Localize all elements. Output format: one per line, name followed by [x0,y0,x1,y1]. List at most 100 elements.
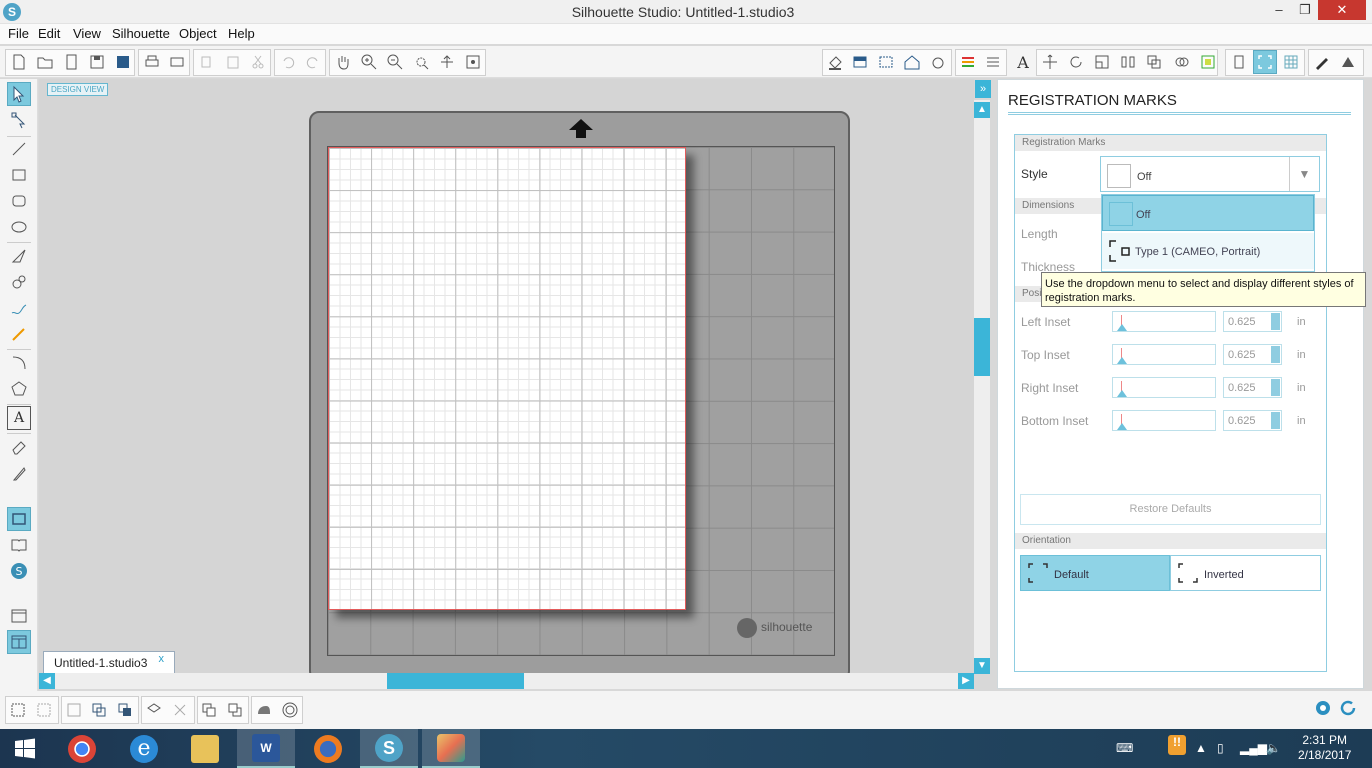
offset-circle-icon[interactable] [279,699,301,721]
send-to-cut-icon[interactable] [1310,50,1334,74]
cut-icon[interactable] [246,50,270,74]
replicate-icon[interactable] [1142,50,1166,74]
taskbar-explorer[interactable] [176,729,234,768]
line-weight-icon[interactable] [981,50,1005,74]
left-inset-slider[interactable] [1112,311,1216,332]
taskbar-ie[interactable]: e [115,729,173,768]
scroll-up-icon[interactable]: ▲ [974,102,990,118]
bottom-inset-spinner[interactable] [1271,412,1280,429]
zoom-out-icon[interactable] [383,50,407,74]
new-document-icon[interactable] [7,50,31,74]
rotate-icon[interactable] [1064,50,1088,74]
keyboard-icon[interactable]: ⌨ [1116,741,1133,755]
design-canvas[interactable]: DESIGN VIEW silhouette [39,79,974,681]
volume-icon[interactable]: 🔈 [1266,741,1281,755]
right-inset-input[interactable]: 0.625 [1223,377,1282,398]
save-icon[interactable] [85,50,109,74]
pan-hand-icon[interactable] [331,50,355,74]
library-doc-icon[interactable] [59,50,83,74]
text-style-icon[interactable]: A [1011,50,1035,74]
system-clock[interactable]: 2:31 PM 2/18/2017 [1298,733,1351,763]
scale-icon[interactable] [1090,50,1114,74]
menu-view[interactable]: View [73,25,101,41]
shadow-icon[interactable] [926,50,950,74]
vertical-scroll-thumb[interactable] [974,318,990,376]
offset-icon[interactable] [1196,50,1220,74]
select-arrow-icon[interactable] [7,82,31,106]
undo-icon[interactable] [276,50,300,74]
eraser-tool-icon[interactable] [7,435,31,459]
transform-move-icon[interactable] [1038,50,1062,74]
zoom-select-icon[interactable] [409,50,433,74]
horizontal-scroll-thumb[interactable] [387,673,524,689]
minimize-button[interactable]: – [1266,0,1292,20]
line-color-icon[interactable] [956,50,980,74]
close-button[interactable]: ✕ [1318,0,1366,20]
right-inset-slider[interactable] [1112,377,1216,398]
fill-color-icon[interactable] [823,50,847,74]
split-view-icon[interactable] [7,630,31,654]
dropdown-option-off[interactable]: Off [1102,195,1314,231]
print-icon[interactable] [140,50,164,74]
menu-object[interactable]: Object [179,25,217,41]
drag-zoom-icon[interactable] [435,50,459,74]
left-inset-input[interactable]: 0.625 [1223,311,1282,332]
send-to-back-icon[interactable] [224,699,246,721]
menu-edit[interactable]: Edit [38,25,60,41]
dropdown-option-type1[interactable]: Type 1 (CAMEO, Portrait) [1102,233,1314,269]
top-inset-spinner[interactable] [1271,346,1280,363]
make-compound-icon[interactable] [253,699,275,721]
close-tab-icon[interactable]: x [159,653,165,665]
point-edit-icon[interactable] [7,108,31,132]
media-page[interactable] [328,147,686,610]
grid-icon[interactable] [1279,50,1303,74]
print-cut-icon[interactable] [165,50,189,74]
restore-defaults-button[interactable]: Restore Defaults [1020,494,1321,525]
open-folder-icon[interactable] [33,50,57,74]
zoom-in-icon[interactable] [357,50,381,74]
smooth-freehand-icon[interactable] [7,322,31,346]
modify-icon[interactable] [1170,50,1194,74]
freehand-tool-icon[interactable] [7,296,31,320]
taskbar-chrome[interactable] [53,729,111,768]
regular-polygon-icon[interactable] [7,377,31,401]
scroll-right-icon[interactable]: ▶ [958,673,974,689]
silhouette-store-icon[interactable]: S [7,559,31,583]
taskbar-firefox[interactable] [299,729,357,768]
refresh-icon[interactable] [1338,698,1358,718]
ungroup-icon[interactable] [33,699,55,721]
orientation-inverted-button[interactable]: Inverted [1170,555,1321,591]
rectangle-tool-icon[interactable] [7,163,31,187]
network-signal-icon[interactable]: ▂▄▆ [1240,741,1267,755]
settings-gear-icon[interactable] [1313,698,1333,718]
library-book-icon[interactable] [7,533,31,557]
duplicate-icon[interactable] [143,699,165,721]
compound-path-icon[interactable] [63,699,85,721]
group-icon[interactable] [7,699,29,721]
scroll-down-icon[interactable]: ▼ [974,658,990,674]
registration-marks-icon[interactable] [1253,50,1277,74]
copy-icon[interactable] [195,50,219,74]
bottom-inset-input[interactable]: 0.625 [1223,410,1282,431]
line-style-icon[interactable] [900,50,924,74]
arc-tool-icon[interactable] [7,351,31,375]
menu-file[interactable]: File [8,25,29,41]
store-icon[interactable] [1336,50,1360,74]
single-view-icon[interactable] [7,604,31,628]
align-icon[interactable] [1116,50,1140,74]
page-setup-icon[interactable] [1227,50,1251,74]
device-icon[interactable]: ▯ [1217,741,1224,755]
fill-gradient-icon[interactable] [848,50,872,74]
start-button[interactable] [0,729,50,768]
curve-tool-icon[interactable] [7,270,31,294]
vertical-scrollbar[interactable]: ▲ ▼ [974,100,990,674]
maximize-button[interactable]: ❐ [1292,0,1318,20]
text-tool-icon[interactable]: A [7,406,31,430]
taskbar-paint[interactable] [422,729,480,768]
dropdown-arrow-icon[interactable]: ▼ [1289,157,1319,191]
scroll-left-icon[interactable]: ◀ [39,673,55,689]
fit-to-page-icon[interactable] [461,50,485,74]
right-inset-spinner[interactable] [1271,379,1280,396]
line-tool-icon[interactable] [7,137,31,161]
knife-tool-icon[interactable] [7,461,31,485]
